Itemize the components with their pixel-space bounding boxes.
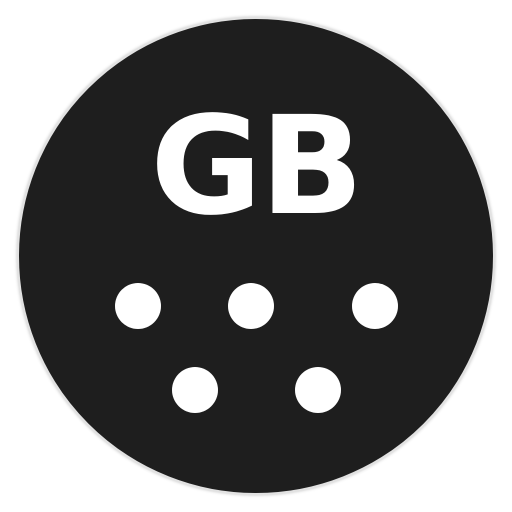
logo-text: GB <box>150 88 363 246</box>
dot-icon <box>295 367 341 413</box>
dot-icon <box>228 283 274 329</box>
dot-icon <box>115 283 161 329</box>
dot-icon <box>172 367 218 413</box>
dot-icon <box>352 283 398 329</box>
gb-app-icon[interactable]: GB <box>17 17 495 495</box>
